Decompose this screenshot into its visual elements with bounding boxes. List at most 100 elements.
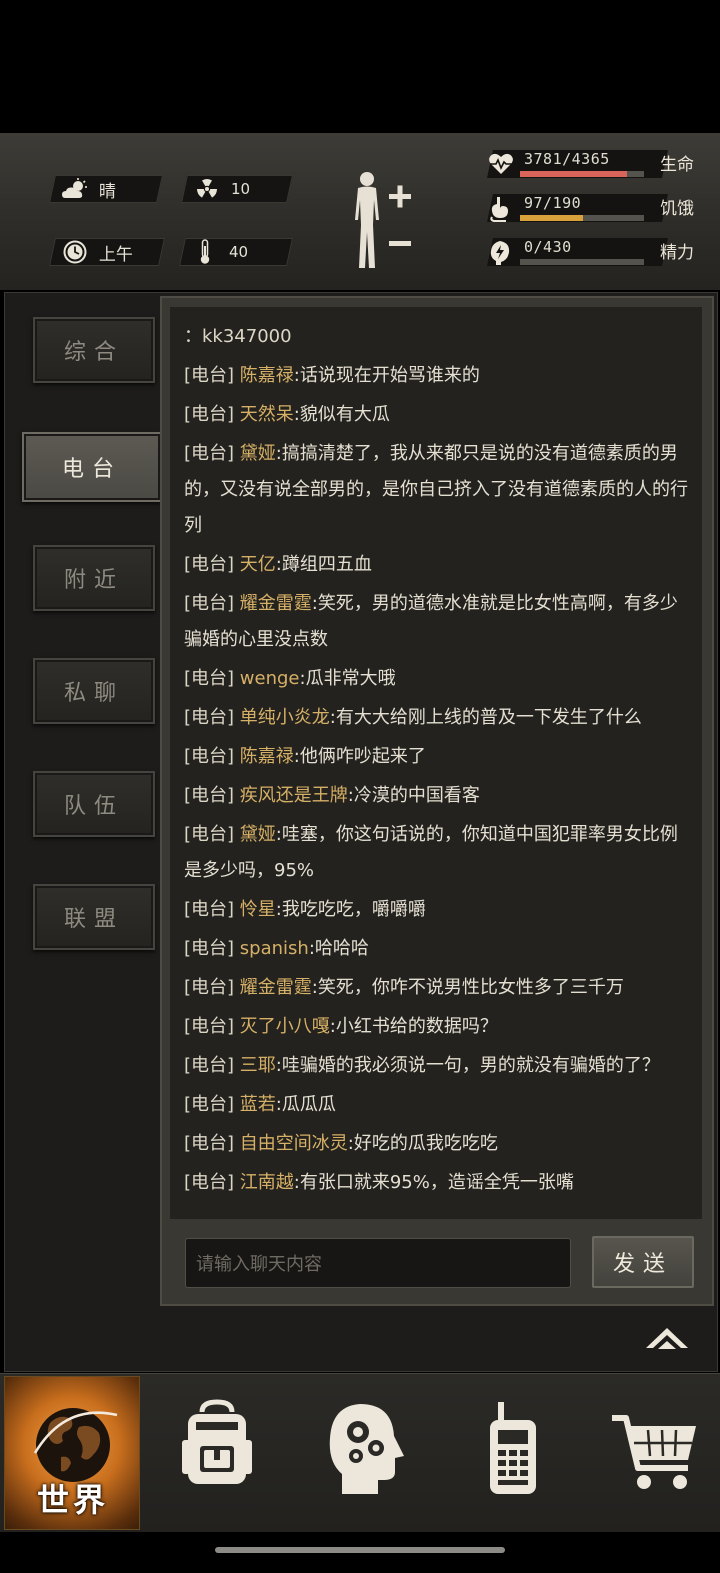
energy-meter: 0/430 精力 <box>480 236 700 270</box>
message-text: :哈哈哈 <box>308 938 369 959</box>
stomach-icon <box>488 196 514 222</box>
radiation-indicator: 10 <box>181 175 293 203</box>
message-text: :我吃吃吃，嚼嚼嚼 <box>275 899 426 920</box>
message-sender[interactable]: 疾风还是王牌 <box>240 785 348 806</box>
backpack-icon <box>182 1399 252 1484</box>
chat-message: [电台] 自由空间冰灵:好吃的瓜我吃吃吃 <box>184 1126 694 1162</box>
hunger-meter: 97/190 饥饿 <box>480 192 700 226</box>
chat-log[interactable]: ：kk347000 [电台] 陈嘉禄:话说现在开始骂谁来的 [电台] 天然呆:貌似… <box>170 307 702 1219</box>
message-sender[interactable]: 天亿 <box>240 554 276 575</box>
chat-message: [电台] 天然呆:貌似有大瓜 <box>184 397 694 433</box>
health-bar <box>520 171 644 177</box>
message-channel: [电台] <box>184 1094 235 1115</box>
message-sender[interactable]: 耀金雷霆 <box>240 977 312 998</box>
chat-message: [电台] 陈嘉禄:话说现在开始骂谁来的 <box>184 358 694 394</box>
energy-icon <box>488 240 514 266</box>
nav-skills[interactable] <box>320 1398 410 1498</box>
message-text: :笑死，你咋不说男性比女性多了三千万 <box>311 977 624 998</box>
chat-input-placeholder: 请输入聊天内容 <box>196 1254 322 1275</box>
message-sender[interactable]: 江南越 <box>240 1172 294 1193</box>
message-channel: [电台] <box>184 824 235 845</box>
tab-general[interactable]: 综合 <box>33 317 155 383</box>
home-indicator[interactable] <box>215 1547 505 1553</box>
chat-message: [电台] 三耶:哇骗婚的我必须说一句，男的就没有骗婚的了？ <box>184 1048 694 1084</box>
message-text: :貌似有大瓜 <box>293 404 390 425</box>
hunger-bar <box>520 215 644 221</box>
message-sender[interactable]: 单纯小炎龙 <box>240 707 330 728</box>
weather-indicator: 晴 <box>49 175 163 203</box>
message-list: [电台] 陈嘉禄:话说现在开始骂谁来的 [电台] 天然呆:貌似有大瓜 [电台] 黛娅… <box>184 358 694 1201</box>
tab-team[interactable]: 队伍 <box>33 771 155 837</box>
message-sender[interactable]: 陈嘉禄 <box>240 746 294 767</box>
message-text: :小红书给的数据吗？ <box>329 1016 498 1037</box>
message-text: :有大大给刚上线的普及一下发生了什么 <box>329 707 642 728</box>
message-channel: [电台] <box>184 1172 235 1193</box>
message-channel: [电台] <box>184 746 235 767</box>
message-sender[interactable]: 陈嘉禄 <box>240 365 294 386</box>
tab-private[interactable]: 私聊 <box>33 658 155 724</box>
chat-message: [电台] 灭了小八嘎:小红书给的数据吗？ <box>184 1009 694 1045</box>
chevron-up-icon <box>646 1328 688 1349</box>
message-channel: [电台] <box>184 785 235 806</box>
message-channel: [电台] <box>184 668 235 689</box>
chat-message: [电台] 陈嘉禄:他俩咋吵起来了 <box>184 739 694 775</box>
message-text: :他俩咋吵起来了 <box>293 746 426 767</box>
temperature-indicator: 40 <box>179 238 293 266</box>
temperature-value: 40 <box>229 243 249 261</box>
nav-backpack[interactable] <box>172 1398 262 1498</box>
chat-message: [电台] 疾风还是王牌:冷漠的中国看客 <box>184 778 694 814</box>
message-sender[interactable]: 黛娅 <box>240 443 276 464</box>
message-text: :瓜瓜瓜 <box>275 1094 336 1115</box>
health-value: 3781/4365 <box>524 150 610 168</box>
radiation-value: 10 <box>231 180 251 198</box>
message-channel: [电台] <box>184 1133 235 1154</box>
clock-icon <box>61 240 89 264</box>
hunger-label: 饥饿 <box>660 199 694 219</box>
message-text: :冷漠的中国看客 <box>347 785 480 806</box>
message-sender[interactable]: 黛娅 <box>240 824 276 845</box>
chat-message: [电台] 黛娅:哇塞，你这句话说的，你知道中国犯罪率男女比例是多少吗，95% <box>184 817 694 889</box>
message-channel: [电台] <box>184 1016 235 1037</box>
message-channel: [电台] <box>184 593 235 614</box>
cloud-sun-icon <box>61 177 89 201</box>
message-sender[interactable]: 自由空间冰灵 <box>240 1133 348 1154</box>
radiation-icon <box>193 177 221 201</box>
weather-value: 晴 <box>99 181 116 202</box>
message-channel: [电台] <box>184 443 235 464</box>
nav-shop[interactable] <box>608 1398 708 1498</box>
message-channel: [电台] <box>184 707 235 728</box>
head-gears-icon <box>329 1404 404 1494</box>
chat-message: [电台] 耀金雷霆:笑死，男的道德水准就是比女性高啊，有多少骗婚的心里没点数 <box>184 586 694 658</box>
time-value: 上午 <box>99 244 133 265</box>
chat-message: [电台] 蓝若:瓜瓜瓜 <box>184 1087 694 1123</box>
heart-pulse-icon <box>488 152 514 178</box>
tab-nearby[interactable]: 附近 <box>33 545 155 611</box>
collapse-button[interactable] <box>642 1322 692 1352</box>
message-sender[interactable]: spanish <box>240 938 309 959</box>
message-sender[interactable]: 天然呆 <box>240 404 294 425</box>
chat-message: [电台] 天亿:蹲组四五血 <box>184 547 694 583</box>
chat-message: [电台] 单纯小炎龙:有大大给刚上线的普及一下发生了什么 <box>184 700 694 736</box>
energy-bar <box>520 259 644 265</box>
hunger-value: 97/190 <box>524 194 582 212</box>
tab-alliance[interactable]: 联盟 <box>33 884 155 950</box>
energy-value: 0/430 <box>524 238 572 256</box>
nav-world[interactable]: 世界 <box>4 1376 140 1530</box>
message-sender[interactable]: 耀金雷霆 <box>240 593 312 614</box>
chat-input[interactable]: 请输入聊天内容 <box>185 1238 571 1288</box>
message-sender[interactable]: 怜星 <box>240 899 276 920</box>
message-sender[interactable]: wenge <box>240 668 300 689</box>
nav-radio[interactable] <box>468 1398 558 1498</box>
character-body-button[interactable] <box>346 170 416 270</box>
chat-message: [电台] wenge:瓜非常大哦 <box>184 661 694 697</box>
message-text: :蹲组四五血 <box>275 554 372 575</box>
health-label: 生命 <box>660 155 694 175</box>
chat-message: [电台] 怜星:我吃吃吃，嚼嚼嚼 <box>184 892 694 928</box>
chat-message: [电台] 江南越:有张口就来95%，造谣全凭一张嘴 <box>184 1165 694 1201</box>
message-sender[interactable]: 三耶 <box>240 1055 276 1076</box>
message-sender[interactable]: 蓝若 <box>240 1094 276 1115</box>
message-sender[interactable]: 灭了小八嘎 <box>240 1016 330 1037</box>
tab-radio[interactable]: 电台 <box>22 432 162 502</box>
message-channel: [电台] <box>184 404 235 425</box>
send-button[interactable]: 发送 <box>592 1236 694 1288</box>
